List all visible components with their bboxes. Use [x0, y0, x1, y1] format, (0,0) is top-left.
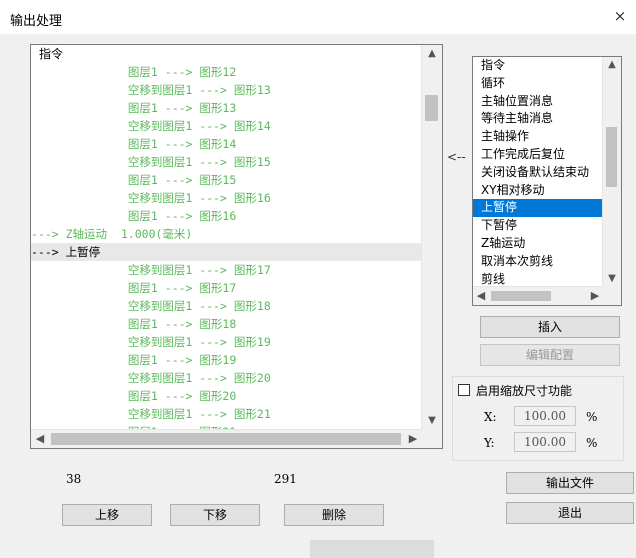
item-count-left: 38 [66, 472, 82, 486]
output-list-item[interactable]: 图层1 ---> 图形12 [31, 63, 422, 81]
scale-x-input[interactable]: 100.00 [514, 406, 576, 426]
output-list-hscroll[interactable]: ◀ ▶ [31, 429, 422, 448]
output-list-item[interactable]: 空移到图层1 ---> 图形14 [31, 117, 422, 135]
instruction-list-hscroll[interactable]: ◀ ▶ [473, 286, 603, 305]
instruction-item[interactable]: 循环 [473, 75, 603, 93]
scale-y-label: Y: [484, 436, 495, 450]
output-list[interactable]: 指令 图层1 ---> 图形12 空移到图层1 ---> 图形13 图层1 --… [30, 44, 443, 449]
item-count-right: 291 [274, 472, 297, 486]
output-list-item[interactable]: 图层1 ---> 图形19 [31, 351, 422, 369]
edit-config-button[interactable]: 编辑配置 [480, 344, 620, 366]
vscroll-thumb[interactable] [606, 127, 617, 187]
instruction-item[interactable]: 工作完成后复位 [473, 146, 603, 164]
output-list-rows: 指令 图层1 ---> 图形12 空移到图层1 ---> 图形13 图层1 --… [31, 45, 422, 430]
instruction-item[interactable]: 剪线 [473, 271, 603, 287]
scroll-left-icon[interactable]: ◀ [473, 287, 489, 305]
insert-button[interactable]: 插入 [480, 316, 620, 338]
exit-button[interactable]: 退出 [506, 502, 634, 524]
scroll-up-icon[interactable]: ▲ [422, 45, 442, 63]
output-list-item[interactable]: 图层1 ---> 图形15 [31, 171, 422, 189]
scroll-corner [603, 287, 621, 305]
instruction-item[interactable]: 取消本次剪线 [473, 253, 603, 271]
scale-y-unit: % [586, 436, 598, 450]
instruction-item[interactable]: Z轴运动 [473, 235, 603, 253]
enable-scale-checkbox[interactable] [458, 384, 470, 396]
output-list-item[interactable]: 空移到图层1 ---> 图形19 [31, 333, 422, 351]
bottom-edge-strip [310, 540, 434, 558]
scroll-corner [422, 430, 442, 448]
output-processing-dialog: 输出处理 × 指令 图层1 ---> 图形12 空移到图层1 ---> 图形13… [0, 0, 636, 558]
window-title: 输出处理 [10, 14, 63, 29]
hscroll-thumb[interactable] [51, 433, 401, 445]
output-list-item[interactable]: 空移到图层1 ---> 图形21 [31, 405, 422, 423]
output-list-item[interactable]: 图层1 ---> 图形20 [31, 387, 422, 405]
delete-button[interactable]: 删除 [284, 504, 384, 526]
output-list-item[interactable]: ---> 上暂停 [31, 243, 422, 261]
output-list-item[interactable]: 空移到图层1 ---> 图形20 [31, 369, 422, 387]
output-list-header: 指令 [39, 47, 64, 61]
instruction-list[interactable]: 指令 循环 主轴位置消息 等待主轴消息 主轴操作 工作完成后复位 关闭设备默认结束动 XY相对… [472, 56, 622, 306]
hscroll-thumb[interactable] [491, 291, 551, 301]
output-list-item[interactable]: 空移到图层1 ---> 图形16 [31, 189, 422, 207]
instruction-list-rows: 指令 循环 主轴位置消息 等待主轴消息 主轴操作 工作完成后复位 关闭设备默认结束动 XY相对… [473, 57, 603, 287]
output-list-item[interactable]: 图层1 ---> 图形16 [31, 207, 422, 225]
title-bar: 输出处理 × [0, 0, 636, 34]
scroll-right-icon[interactable]: ▶ [587, 287, 603, 305]
output-list-vscroll[interactable]: ▲ ▼ [421, 45, 442, 430]
vscroll-thumb[interactable] [425, 95, 438, 121]
scroll-right-icon[interactable]: ▶ [404, 430, 422, 448]
close-icon[interactable]: × [610, 6, 630, 26]
enable-scale-label[interactable]: 启用缩放尺寸功能 [476, 382, 572, 399]
output-list-item[interactable]: 图层1 ---> 图形14 [31, 135, 422, 153]
insert-arrow-indicator: <-- [447, 150, 466, 164]
instruction-item[interactable]: XY相对移动 [473, 182, 603, 200]
scroll-down-icon[interactable]: ▼ [603, 271, 621, 287]
output-list-item[interactable]: ---> Z轴运动 1.000(毫米) [31, 225, 422, 243]
output-list-item[interactable]: 空移到图层1 ---> 图形13 [31, 81, 422, 99]
scroll-down-icon[interactable]: ▼ [422, 412, 442, 430]
move-up-button[interactable]: 上移 [62, 504, 152, 526]
output-list-item[interactable]: 空移到图层1 ---> 图形18 [31, 297, 422, 315]
instruction-item[interactable]: 等待主轴消息 [473, 110, 603, 128]
scroll-up-icon[interactable]: ▲ [603, 57, 621, 73]
scroll-left-icon[interactable]: ◀ [31, 430, 49, 448]
output-list-item[interactable]: 空移到图层1 ---> 图形17 [31, 261, 422, 279]
move-down-button[interactable]: 下移 [170, 504, 260, 526]
instruction-item[interactable]: 上暂停 [473, 199, 603, 218]
scale-y-input[interactable]: 100.00 [514, 432, 576, 452]
instruction-item[interactable]: 关闭设备默认结束动 [473, 164, 603, 182]
output-list-item[interactable]: 图层1 ---> 图形17 [31, 279, 422, 297]
instruction-item[interactable]: 主轴操作 [473, 128, 603, 146]
output-file-button[interactable]: 输出文件 [506, 472, 634, 494]
output-list-item[interactable]: 图层1 ---> 图形13 [31, 99, 422, 117]
instruction-item[interactable]: 主轴位置消息 [473, 93, 603, 111]
output-list-item[interactable]: 空移到图层1 ---> 图形15 [31, 153, 422, 171]
instruction-item[interactable]: 指令 [473, 57, 603, 75]
scale-x-unit: % [586, 410, 598, 424]
output-list-item[interactable]: 图层1 ---> 图形18 [31, 315, 422, 333]
scale-x-label: X: [484, 410, 497, 424]
instruction-list-vscroll[interactable]: ▲ ▼ [602, 57, 621, 287]
instruction-item[interactable]: 下暂停 [473, 217, 603, 235]
